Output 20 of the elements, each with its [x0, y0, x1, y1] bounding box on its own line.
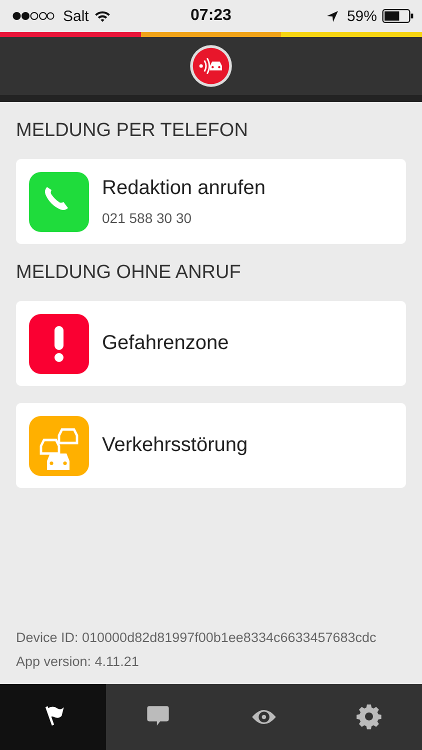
- section-heading: MELDUNG PER TELEFON: [16, 120, 249, 142]
- info-text: Device ID: 010000d82d81997f00b1ee8334c6633457683cdc: [16, 630, 378, 645]
- battery-percent: 59%: [346, 8, 377, 24]
- settings-icon: [356, 704, 382, 730]
- carrier-name: Salt: [63, 8, 89, 24]
- list-item[interactable]: Gefahrenzone: [16, 301, 406, 386]
- phone-number: 021 588 30 30: [102, 210, 193, 226]
- list-item[interactable]: Redaktion anrufen 021 588 30 30: [16, 159, 406, 244]
- section-heading: MELDUNG OHNE ANRUF: [16, 262, 242, 284]
- wifi-icon: [94, 10, 111, 22]
- tab-bar-item[interactable]: [0, 684, 106, 750]
- item-label: Redaktion anrufen: [102, 177, 266, 200]
- list-item[interactable]: Verkehrsstörung: [16, 403, 406, 488]
- clock-time: 07:23: [190, 7, 232, 25]
- battery-icon: [382, 9, 414, 23]
- info-text: App version: 4.11.21: [16, 654, 140, 669]
- item-label: Gefahrenzone: [102, 332, 229, 355]
- item-label: Verkehrsstörung: [102, 434, 248, 457]
- app-logo-icon: [189, 44, 233, 88]
- location-arrow-icon: [326, 10, 338, 22]
